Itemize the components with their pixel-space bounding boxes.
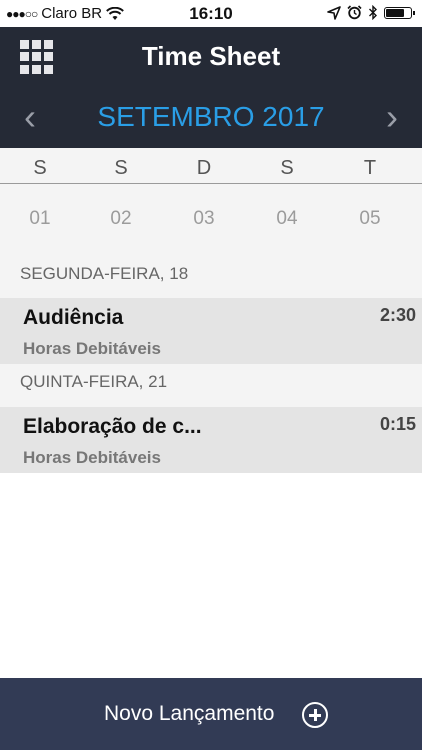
weekday-label: S [114,157,128,179]
calendar-day[interactable]: 01 [15,208,65,230]
weekday-label: D [196,157,212,179]
entry-duration: 0:15 [379,414,416,434]
entry-title: Audiência [23,306,124,329]
weekday-label: S [33,157,47,179]
month-label[interactable]: SETEMBRO 2017 [0,101,422,133]
battery-icon [384,6,415,19]
calendar-day[interactable]: 05 [345,208,395,230]
entry-category: Horas Debitáveis [23,448,161,467]
date-section-header: QUINTA-FEIRA, 21 [0,364,422,408]
bluetooth-icon [369,5,377,20]
entry-category: Horas Debitáveis [23,339,161,358]
entry-title: Elaboração de c... [23,415,202,438]
app-header: Time Sheet ‹ SETEMBRO 2017 › [0,27,422,148]
weekday-label: T [363,157,377,179]
alarm-icon [347,5,362,20]
month-navigator: ‹ SETEMBRO 2017 › [0,97,422,137]
weekday-header: S S D S T [0,148,422,184]
new-entry-button[interactable]: Novo Lançamento [0,678,422,750]
time-entry-item[interactable]: Audiência 2:30 Horas Debitáveis [0,298,422,364]
time-entry-item[interactable]: Elaboração de c... 0:15 Horas Debitáveis [0,407,422,473]
calendar-day[interactable]: 02 [96,208,146,230]
new-entry-label: Novo Lançamento [104,702,275,725]
page-title: Time Sheet [141,41,281,71]
location-arrow-icon [327,5,341,20]
chevron-right-icon[interactable]: › [377,97,407,137]
battery-fill [386,8,405,17]
weekday-label: S [280,157,294,179]
status-icons [327,5,415,20]
entry-duration: 2:30 [379,305,416,325]
status-bar: ●●●○○ Claro BR 16:10 [0,0,422,27]
plus-circle-icon [302,702,328,728]
calendar-week-row: 01 02 03 04 05 [0,184,422,254]
date-section-header: SEGUNDA-FEIRA, 18 [0,254,422,298]
calendar-day[interactable]: 03 [179,208,229,230]
calendar-day[interactable]: 04 [262,208,312,230]
